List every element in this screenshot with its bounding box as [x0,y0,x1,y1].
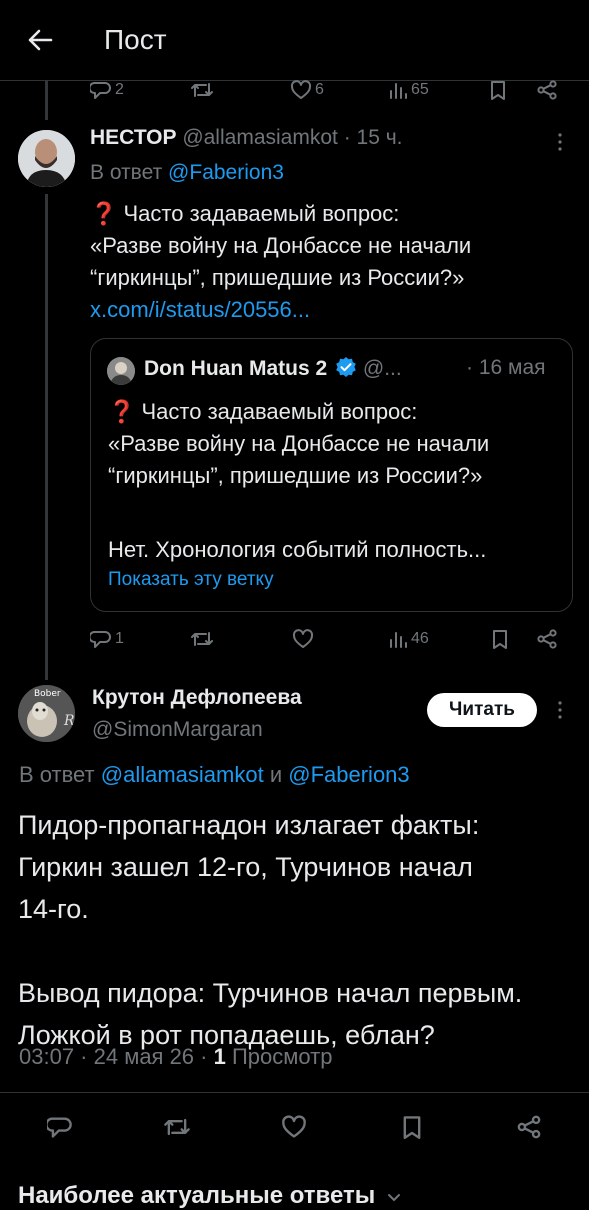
show-thread-link[interactable]: Показать эту ветку [108,569,274,591]
like-count: 6 [315,81,324,98]
post-action-bar: 1 46 [90,629,560,653]
post-meta: 03:07 · 24 мая 26 · 1 Просмотр [19,1044,332,1070]
views-label: Просмотр [231,1044,333,1069]
quote-handle[interactable]: @... [363,357,402,380]
avatar[interactable] [18,130,75,187]
bookmark-button[interactable] [490,629,510,649]
main-post-text: Пидор-пропагнадон излагает факты: Гиркин… [18,810,523,1050]
main-author-name[interactable]: Крутон Дефлопеева [92,686,302,710]
thread-line [45,194,48,680]
reply-button[interactable]: 2 [90,80,124,100]
follow-button[interactable]: Читать [427,693,537,727]
back-arrow-icon[interactable] [26,26,54,54]
post-text: ❓ Часто задаваемый вопрос: «Разве войну … [90,198,471,326]
heart-icon [292,629,314,648]
more-options-icon[interactable] [557,700,563,720]
top-bar: Пост [0,0,589,81]
relevant-replies-label: Наиболее актуальные ответы [18,1182,376,1209]
repost-icon [164,1118,190,1136]
reply-count: 2 [115,81,124,98]
heart-icon [282,1115,306,1138]
reply-icon [90,631,111,648]
author-name[interactable]: НЕСТОР [90,126,176,149]
bookmark-icon [491,81,505,100]
main-author-handle[interactable]: @SimonMargaran [92,718,263,742]
page-title: Пост [104,24,167,55]
mention-link[interactable]: @Faberion3 [168,161,284,184]
divider [0,1092,589,1093]
quoted-post-card[interactable]: Don Huan Matus 2 @... · 16 мая ❓ Часто з… [90,338,573,612]
mention-link[interactable]: @Faberion3 [288,762,409,787]
bookmark-icon [493,630,507,649]
views-icon [390,632,407,648]
more-options-icon[interactable] [557,132,563,152]
in-reply-to: В ответ @Faberion3 [90,161,284,184]
verified-badge-icon [335,356,357,378]
relevant-replies-selector[interactable]: Наиболее актуальные ответы [18,1182,402,1210]
heart-icon [290,80,312,99]
post-timestamp: 03:07 · 24 мая 26 · [19,1044,208,1069]
share-icon [537,629,557,649]
post-header: НЕСТОР @allamasiamkot · 15 ч. [90,126,402,150]
svg-text:R: R [63,713,75,729]
quote-avatar [107,357,135,385]
views-button[interactable]: 65 [388,80,429,100]
post-time: · 15 ч. [343,126,403,149]
repost-button[interactable] [163,1114,191,1140]
bookmark-button[interactable] [488,80,508,100]
views-count: 65 [411,81,429,98]
views-button[interactable]: 46 [388,629,429,649]
mention-link[interactable]: @allamasiamkot [101,762,264,787]
share-button[interactable] [516,1114,542,1140]
in-reply-to: В ответ @allamasiamkot и @Faberion3 [19,762,410,787]
repost-icon [191,632,213,646]
quote-author-name[interactable]: Don Huan Matus 2 [144,357,327,380]
bookmark-button[interactable] [400,1114,424,1140]
avatar-caption: Bober [34,689,61,699]
reply-count: 1 [115,630,124,647]
author-handle[interactable]: @allamasiamkot [182,126,338,149]
views-count: 46 [411,630,429,647]
views-icon [390,83,407,99]
chevron-down-icon [386,1189,402,1205]
status-link[interactable]: x.com/i/status/20556... [90,294,471,326]
bookmark-icon [403,1116,421,1139]
parent-action-bar: 2 6 65 [90,78,560,100]
like-button[interactable] [292,629,314,649]
reply-button[interactable] [47,1114,73,1140]
share-icon [537,80,557,100]
repost-icon [191,83,213,97]
views-count: 1 [213,1044,226,1069]
thread-line [45,80,48,120]
reply-icon [90,82,111,99]
share-button[interactable] [536,80,558,100]
quote-text: ❓ Часто задаваемый вопрос: «Разве войну … [108,399,490,562]
quote-time: · 16 мая [466,356,546,379]
share-icon [517,1115,541,1139]
like-button[interactable] [281,1114,307,1140]
reply-button[interactable]: 1 [90,629,124,649]
main-action-bar [0,1114,589,1144]
repost-button[interactable] [190,80,214,100]
reply-icon [47,1117,72,1138]
quote-header: Don Huan Matus 2 @... [144,356,402,381]
like-button[interactable]: 6 [290,80,324,100]
repost-button[interactable] [190,629,214,649]
share-button[interactable] [536,629,558,649]
avatar[interactable]: R Bober [18,685,75,742]
